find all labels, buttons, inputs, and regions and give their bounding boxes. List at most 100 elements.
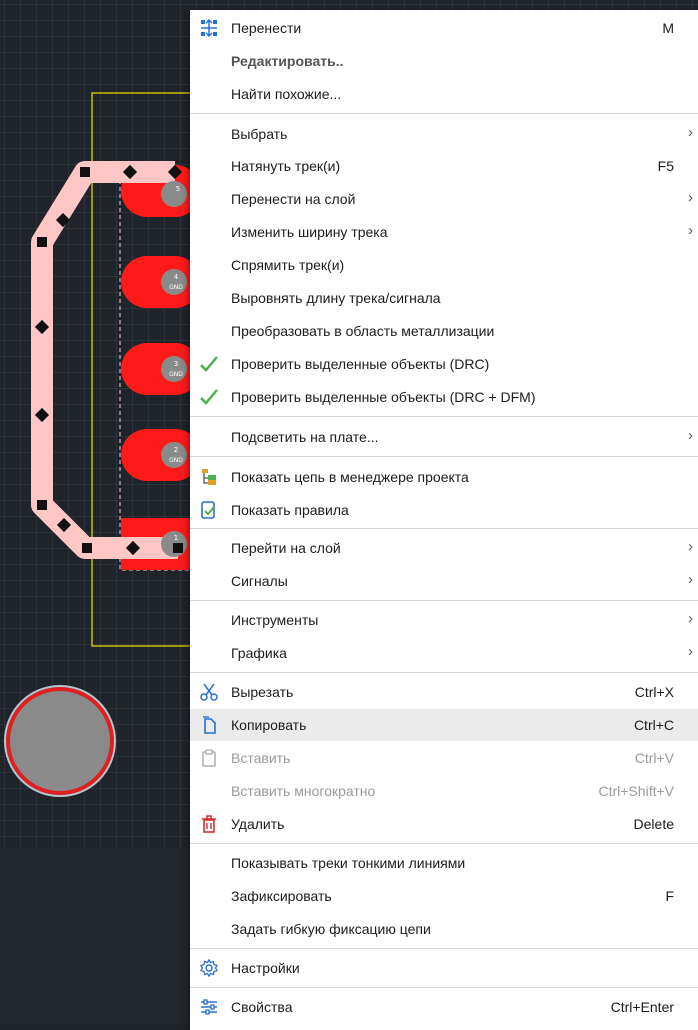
- menu-item-lock[interactable]: Зафиксировать F: [190, 880, 698, 912]
- menu-item-go-to-layer[interactable]: Перейти на слой ›: [190, 532, 698, 564]
- mounting-hole[interactable]: [6, 687, 114, 795]
- menu-item-shortcut: F5: [657, 158, 674, 174]
- menu-item-shortcut: Ctrl+Shift+V: [598, 783, 674, 799]
- menu-item-move[interactable]: Перенести M: [190, 12, 698, 44]
- menu-item-paste-multiple[interactable]: Вставить многократно Ctrl+Shift+V: [190, 775, 698, 807]
- menu-separator: [190, 843, 698, 844]
- menu-item-label: Проверить выделенные объекты (DRC): [231, 356, 490, 372]
- menu-item-label: Редактировать..: [231, 53, 344, 69]
- menu-item-label: Вставить: [231, 750, 291, 766]
- pad-net: GND: [169, 371, 183, 378]
- menu-item-label: Свойства: [231, 999, 293, 1015]
- menu-item-shortcut: Ctrl+C: [633, 717, 674, 733]
- menu-item-settings[interactable]: Настройки: [190, 952, 698, 984]
- project-tree-icon: [199, 467, 219, 487]
- menu-item-shortcut: Ctrl+X: [634, 684, 674, 700]
- submenu-arrow-icon: ›: [688, 643, 693, 660]
- menu-item-signals[interactable]: Сигналы ›: [190, 565, 698, 597]
- pad-number: 3: [174, 360, 178, 368]
- menu-separator: [190, 113, 698, 114]
- menu-item-label: Спрямить трек(и): [231, 257, 345, 273]
- menu-item-cut[interactable]: Вырезать Ctrl+X: [190, 676, 698, 708]
- menu-item-label: Вырезать: [231, 684, 294, 700]
- menu-item-label: Настройки: [231, 960, 300, 976]
- menu-item-show-rules[interactable]: Показать правила: [190, 494, 698, 526]
- menu-item-label: Показать цепь в менеджере проекта: [231, 469, 469, 485]
- menu-item-shortcut: M: [662, 20, 674, 36]
- menu-item-highlight-on-board[interactable]: Подсветить на плате... ›: [190, 421, 698, 453]
- menu-item-shortcut: Ctrl+Enter: [610, 999, 674, 1015]
- gear-icon: [199, 958, 219, 978]
- submenu-arrow-icon: ›: [688, 538, 693, 555]
- menu-item-check-drc[interactable]: Проверить выделенные объекты (DRC): [190, 348, 698, 380]
- menu-item-label: Копировать: [231, 717, 307, 733]
- menu-item-shortcut: F: [665, 888, 674, 904]
- pad-net: GND: [169, 284, 183, 291]
- menu-item-label: Выровнять длину трека/сигнала: [231, 290, 441, 306]
- menu-item-label: Вставить многократно: [231, 783, 376, 799]
- checkmark-icon: [199, 387, 219, 407]
- context-menu: Перенести M Редактировать.. Найти похожи…: [190, 10, 698, 1030]
- pad-number: 2: [174, 446, 178, 454]
- menu-item-properties[interactable]: Свойства Ctrl+Enter: [190, 991, 698, 1023]
- menu-item-shortcut: Ctrl+V: [634, 750, 674, 766]
- pad-number: 1: [174, 534, 178, 542]
- menu-item-length-tuning[interactable]: Выровнять длину трека/сигнала: [190, 282, 698, 314]
- menu-item-label: Проверить выделенные объекты (DRC + DFM): [231, 389, 536, 405]
- menu-item-move-to-layer[interactable]: Перенести на слой ›: [190, 183, 698, 215]
- menu-separator: [190, 528, 698, 529]
- submenu-arrow-icon: ›: [688, 610, 693, 627]
- paste-icon: [199, 748, 219, 768]
- menu-item-copy[interactable]: Копировать Ctrl+C: [190, 709, 698, 741]
- menu-item-paste[interactable]: Вставить Ctrl+V: [190, 742, 698, 774]
- menu-item-shortcut: Delete: [633, 816, 674, 832]
- menu-item-label: Подсветить на плате...: [231, 429, 379, 445]
- menu-separator: [190, 416, 698, 417]
- menu-item-label: Показывать треки тонкими линиями: [231, 855, 466, 871]
- menu-item-thin-tracks[interactable]: Показывать треки тонкими линиями: [190, 847, 698, 879]
- pad-number: 4: [174, 273, 179, 281]
- menu-item-convert-to-polygon[interactable]: Преобразовать в область металлизации: [190, 315, 698, 347]
- menu-item-tools[interactable]: Инструменты ›: [190, 604, 698, 636]
- pad-number: 5: [176, 185, 180, 193]
- menu-item-label: Преобразовать в область металлизации: [231, 323, 495, 339]
- menu-item-graphics[interactable]: Графика ›: [190, 637, 698, 669]
- menu-item-flexible-lock[interactable]: Задать гибкую фиксацию цепи: [190, 913, 698, 945]
- menu-item-label: Сигналы: [231, 573, 288, 589]
- copy-icon: [199, 715, 219, 735]
- menu-item-label: Изменить ширину трека: [231, 224, 388, 240]
- menu-item-stretch-track[interactable]: Натянуть трек(и) F5: [190, 150, 698, 182]
- checkmark-icon: [199, 354, 219, 374]
- menu-item-label: Задать гибкую фиксацию цепи: [231, 921, 431, 937]
- menu-separator: [190, 987, 698, 988]
- menu-item-select[interactable]: Выбрать ›: [190, 118, 698, 150]
- menu-item-label: Найти похожие...: [231, 86, 342, 102]
- menu-item-label: Перенести на слой: [231, 191, 356, 207]
- menu-item-label: Инструменты: [231, 612, 319, 628]
- pad-net: GND: [169, 457, 183, 464]
- menu-item-label: Удалить: [231, 816, 285, 832]
- rules-icon: [199, 500, 219, 520]
- menu-item-edit[interactable]: Редактировать..: [190, 45, 698, 77]
- menu-item-check-drc-dfm[interactable]: Проверить выделенные объекты (DRC + DFM): [190, 381, 698, 413]
- submenu-arrow-icon: ›: [688, 222, 693, 239]
- menu-item-change-track-width[interactable]: Изменить ширину трека ›: [190, 216, 698, 248]
- move-icon: [199, 18, 219, 38]
- scissors-icon: [199, 682, 219, 702]
- menu-item-label: Натянуть трек(и): [231, 158, 341, 174]
- menu-item-delete[interactable]: Удалить Delete: [190, 808, 698, 840]
- menu-item-find-similar[interactable]: Найти похожие...: [190, 78, 698, 110]
- menu-item-label: Выбрать: [231, 126, 288, 142]
- menu-item-show-net-in-project[interactable]: Показать цепь в менеджере проекта: [190, 461, 698, 493]
- menu-item-label: Графика: [231, 645, 287, 661]
- submenu-arrow-icon: ›: [688, 427, 693, 444]
- submenu-arrow-icon: ›: [688, 124, 693, 141]
- submenu-arrow-icon: ›: [688, 189, 693, 206]
- menu-item-straighten-track[interactable]: Спрямить трек(и): [190, 249, 698, 281]
- menu-item-label: Перейти на слой: [231, 540, 341, 556]
- menu-separator: [190, 456, 698, 457]
- menu-item-label: Показать правила: [231, 502, 349, 518]
- menu-item-label: Зафиксировать: [231, 888, 332, 904]
- menu-separator: [190, 672, 698, 673]
- sliders-icon: [199, 997, 219, 1017]
